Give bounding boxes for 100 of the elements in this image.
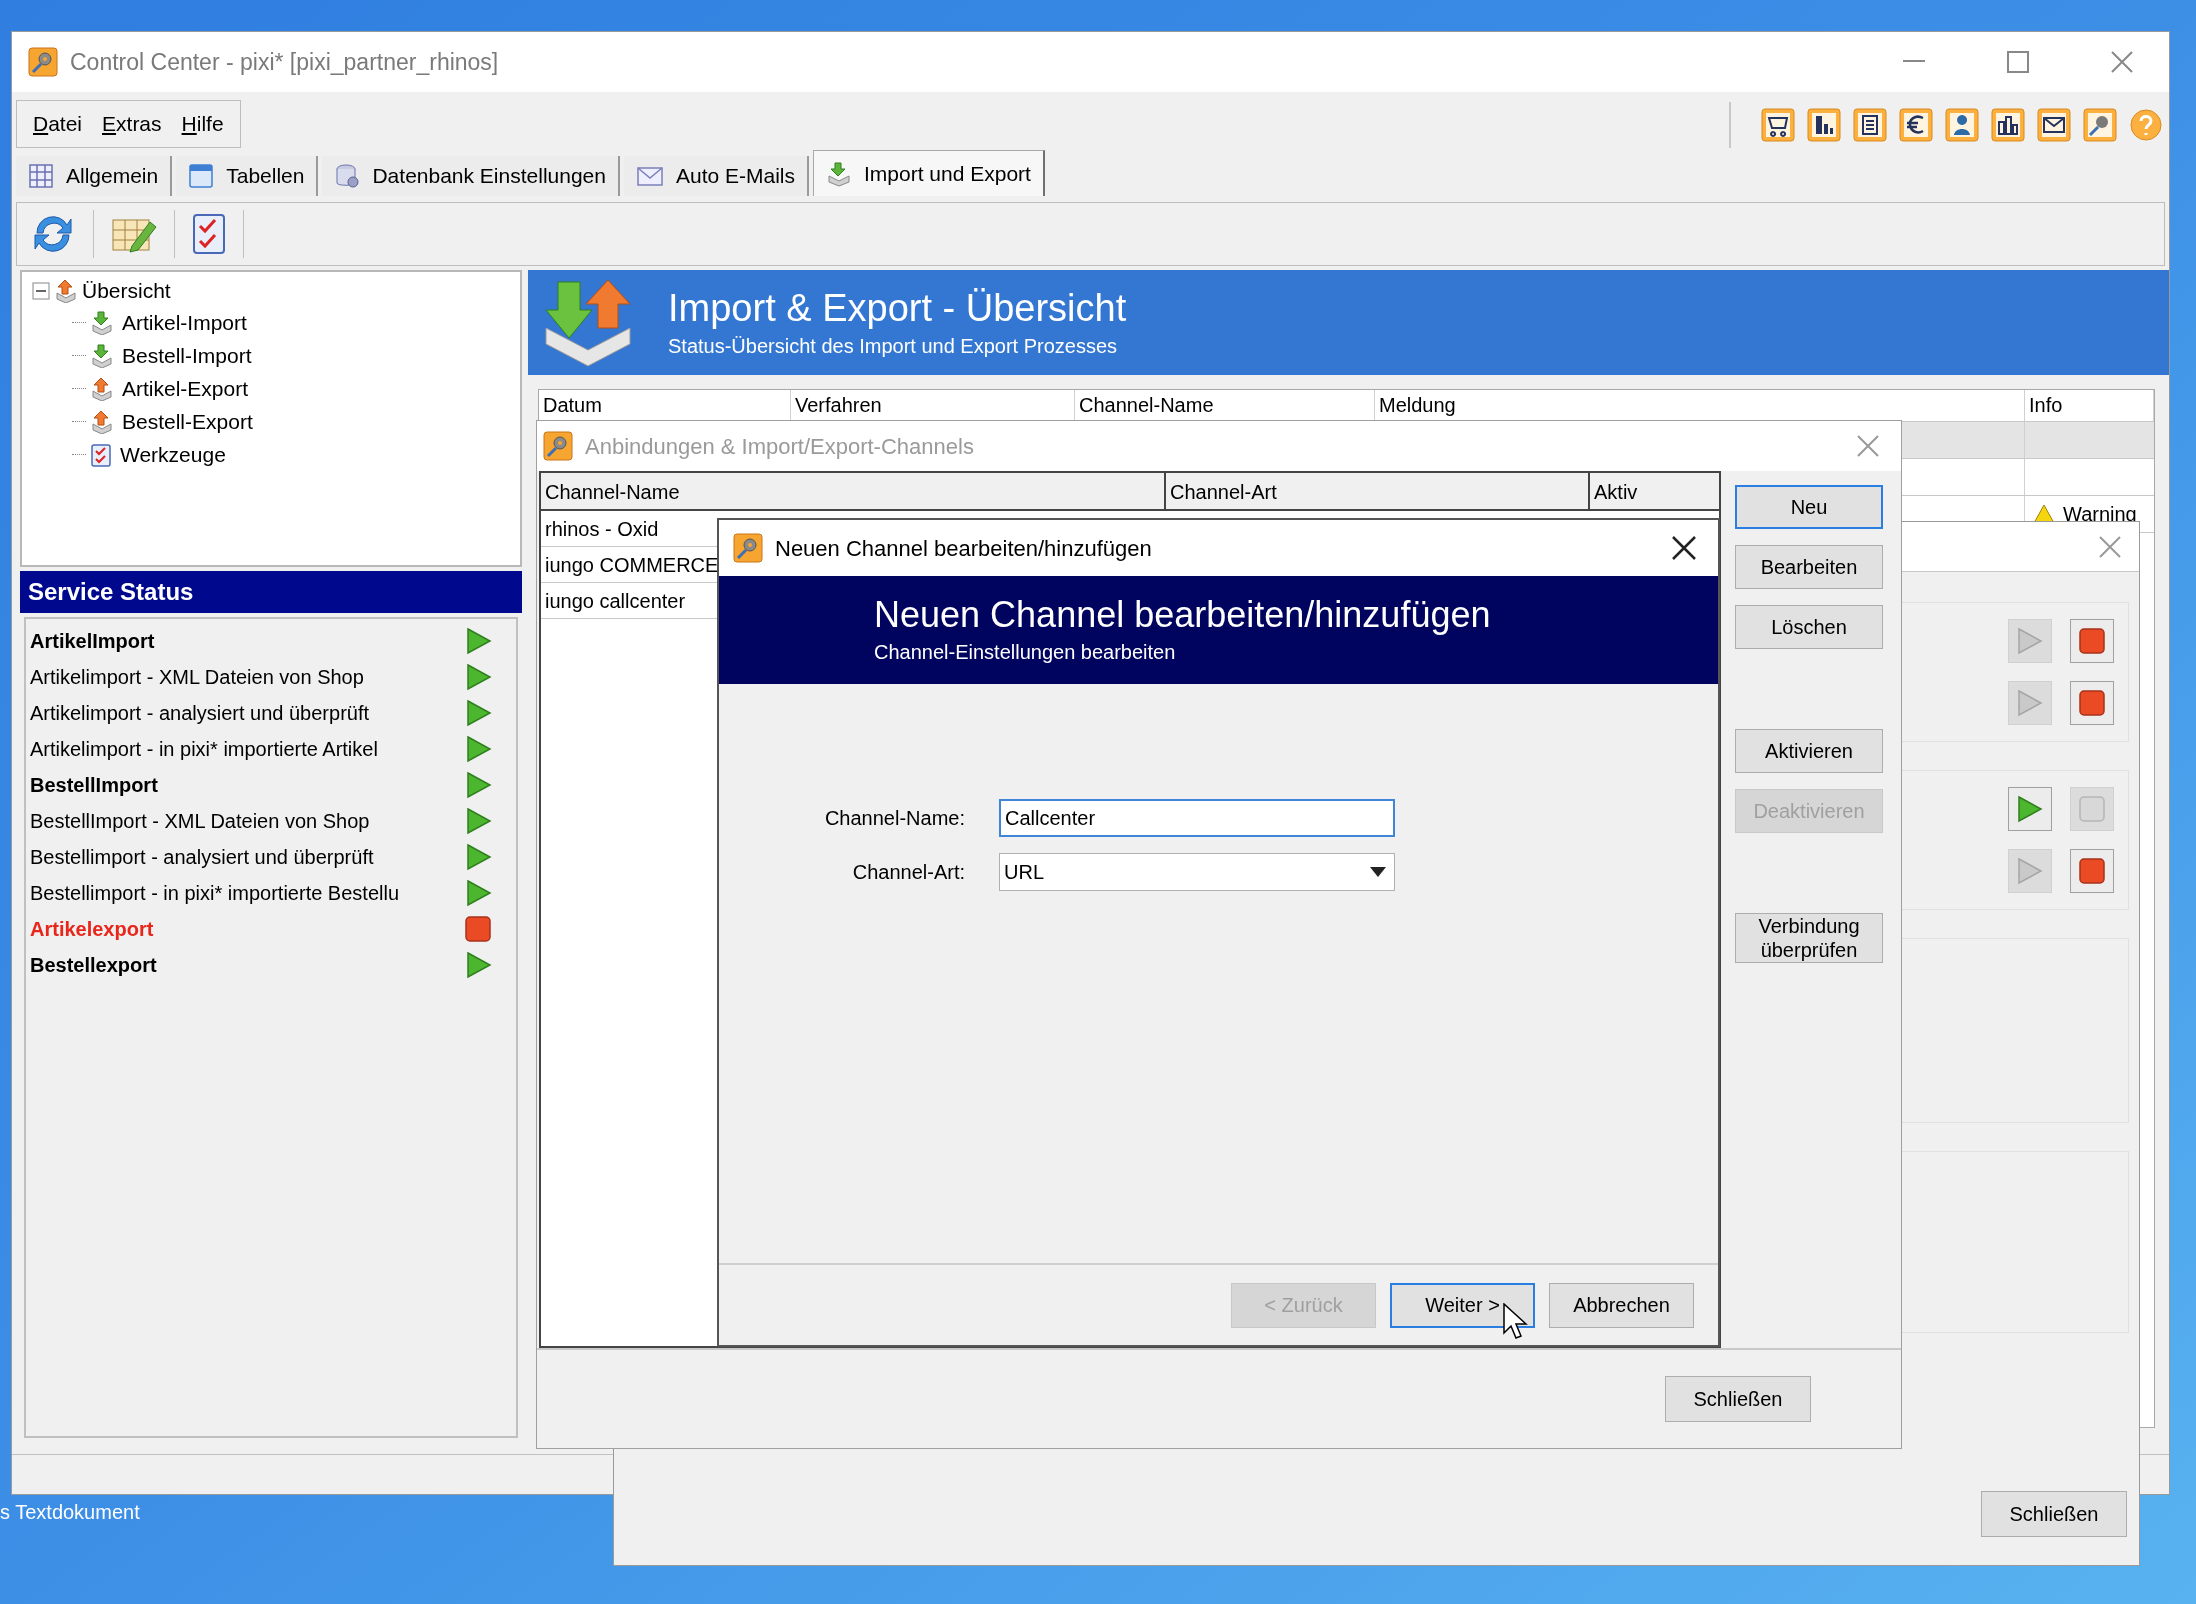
dialog-button[interactable]: Verbindung überprüfen [1735,913,1883,963]
play-icon [466,735,492,763]
dialog-button[interactable]: Aktivieren [1735,729,1883,773]
dialog-button[interactable]: Weiter > [1390,1282,1535,1328]
bar-chart-icon[interactable] [1991,108,2025,142]
checklist-icon [90,442,112,467]
dialog-button[interactable]: Bearbeiten [1735,545,1883,589]
play-icon [466,807,492,835]
grid-icon [28,163,54,189]
close-button[interactable]: Schließen [1665,1376,1811,1422]
play-icon [466,843,492,871]
menu-item[interactable]: Hilfe [181,108,224,140]
column-header[interactable]: Channel-Art [1166,473,1590,511]
stop-icon [464,915,492,943]
export-icon [90,409,114,434]
tree-item[interactable]: Artikel-Import [122,306,247,339]
table-cell-text: iungo COMMERCE [544,553,719,578]
play-icon [2017,689,2043,717]
menu-item[interactable]: Extras [102,108,162,140]
play-icon [466,663,492,691]
header-title: Neuen Channel bearbeiten/hinzufügen [874,593,1492,637]
table-cell-text: rhinos - Oxid [544,517,659,542]
maximize-icon[interactable] [2007,51,2029,73]
stop-icon [2078,857,2106,885]
column-header[interactable]: Channel-Name [541,473,1166,511]
stop-button[interactable] [2070,849,2114,893]
service-label: Artikelimport - analysiert und überprüft [30,702,370,724]
desktop-icon-label: s Textdokument [0,1500,140,1525]
checklist-icon[interactable] [191,212,227,256]
start-button[interactable] [2008,619,2052,663]
tab[interactable]: Allgemein [16,156,173,196]
tab[interactable]: Datenbank Einstellungen [322,156,620,196]
dialog-title: Neuen Channel bearbeiten/hinzufügen [775,534,1153,563]
play-icon [466,879,492,907]
field-label: Channel-Name: [823,806,965,831]
service-label: Bestellimport - in pixi* importierte Bestellu [30,882,400,904]
play-icon [466,771,492,799]
building-icon[interactable] [1807,108,1841,142]
app-icon [28,47,58,77]
tree-item[interactable]: Bestell-Export [122,405,253,438]
stop-icon [2078,795,2106,823]
collapse-icon[interactable] [32,282,50,300]
import-icon [90,343,114,368]
start-button[interactable] [2008,681,2052,725]
service-label: Artikelexport [30,918,154,940]
start-button[interactable] [2008,787,2052,831]
dialog-button[interactable]: Abbrechen [1549,1282,1694,1328]
service-label: BestellImport [30,774,158,796]
tree-item[interactable]: Übersicht [82,275,171,307]
close-icon[interactable] [1672,536,1696,560]
document-icon[interactable] [1853,108,1887,142]
app-icon [733,533,763,563]
dialog-title: Anbindungen & Import/Export-Channels [585,432,975,461]
menu-item[interactable]: Datei [33,108,83,140]
stop-icon [2078,689,2106,717]
tree-item[interactable]: Werkzeuge [120,438,226,471]
tab[interactable]: Auto E-Mails [623,156,809,196]
mail-icon[interactable] [2037,108,2071,142]
play-icon [466,699,492,727]
app-icon [543,431,573,461]
start-button[interactable] [2008,849,2052,893]
dialog-button[interactable]: Neu [1735,485,1883,529]
cart-icon[interactable] [1761,108,1795,142]
service-label: BestellImport - XML Dateien von Shop [30,810,370,832]
dialog-button[interactable]: Löschen [1735,605,1883,649]
service-label: Bestellexport [30,954,157,976]
table-cell-text: iungo callcenter [544,589,686,614]
stop-icon [2078,627,2106,655]
tree-item[interactable]: Bestell-Import [122,339,252,372]
field-label: Channel-Art: [851,860,965,885]
minimize-icon[interactable] [1903,60,1925,64]
calendar-icon [188,163,215,189]
tab[interactable]: Import und Export [813,150,1045,196]
input-field[interactable]: Callcenter [999,799,1395,837]
column-header[interactable]: Aktiv [1590,473,1719,511]
help-icon[interactable] [2129,108,2163,142]
tab[interactable]: Tabellen [176,156,319,196]
dropdown[interactable]: URL [999,853,1395,891]
service-label: ArtikelImport [30,630,155,652]
play-icon [2017,857,2043,885]
stop-button[interactable] [2070,619,2114,663]
export-icon [54,279,78,303]
table-cell-text: Warning [2063,502,2137,527]
play-icon [2017,795,2043,823]
play-icon [466,627,492,655]
envelope-icon [635,164,664,188]
column-header[interactable]: Info [2025,390,2154,421]
play-icon [2017,627,2043,655]
euro-icon[interactable] [1899,108,1933,142]
service-label: Artikelimport - XML Dateien von Shop [30,666,364,688]
export-icon [90,376,114,401]
inbox-arrow-icon [826,160,852,187]
person-icon[interactable] [1945,108,1979,142]
close-button[interactable]: Schließen [1981,1491,2127,1537]
page-title: Import & Export - Übersicht [668,285,1127,331]
play-icon [466,951,492,979]
cursor-icon [1503,1303,1529,1341]
tree-item[interactable]: Artikel-Export [122,372,249,405]
stop-button[interactable] [2070,681,2114,725]
caret-icon [1370,867,1386,877]
